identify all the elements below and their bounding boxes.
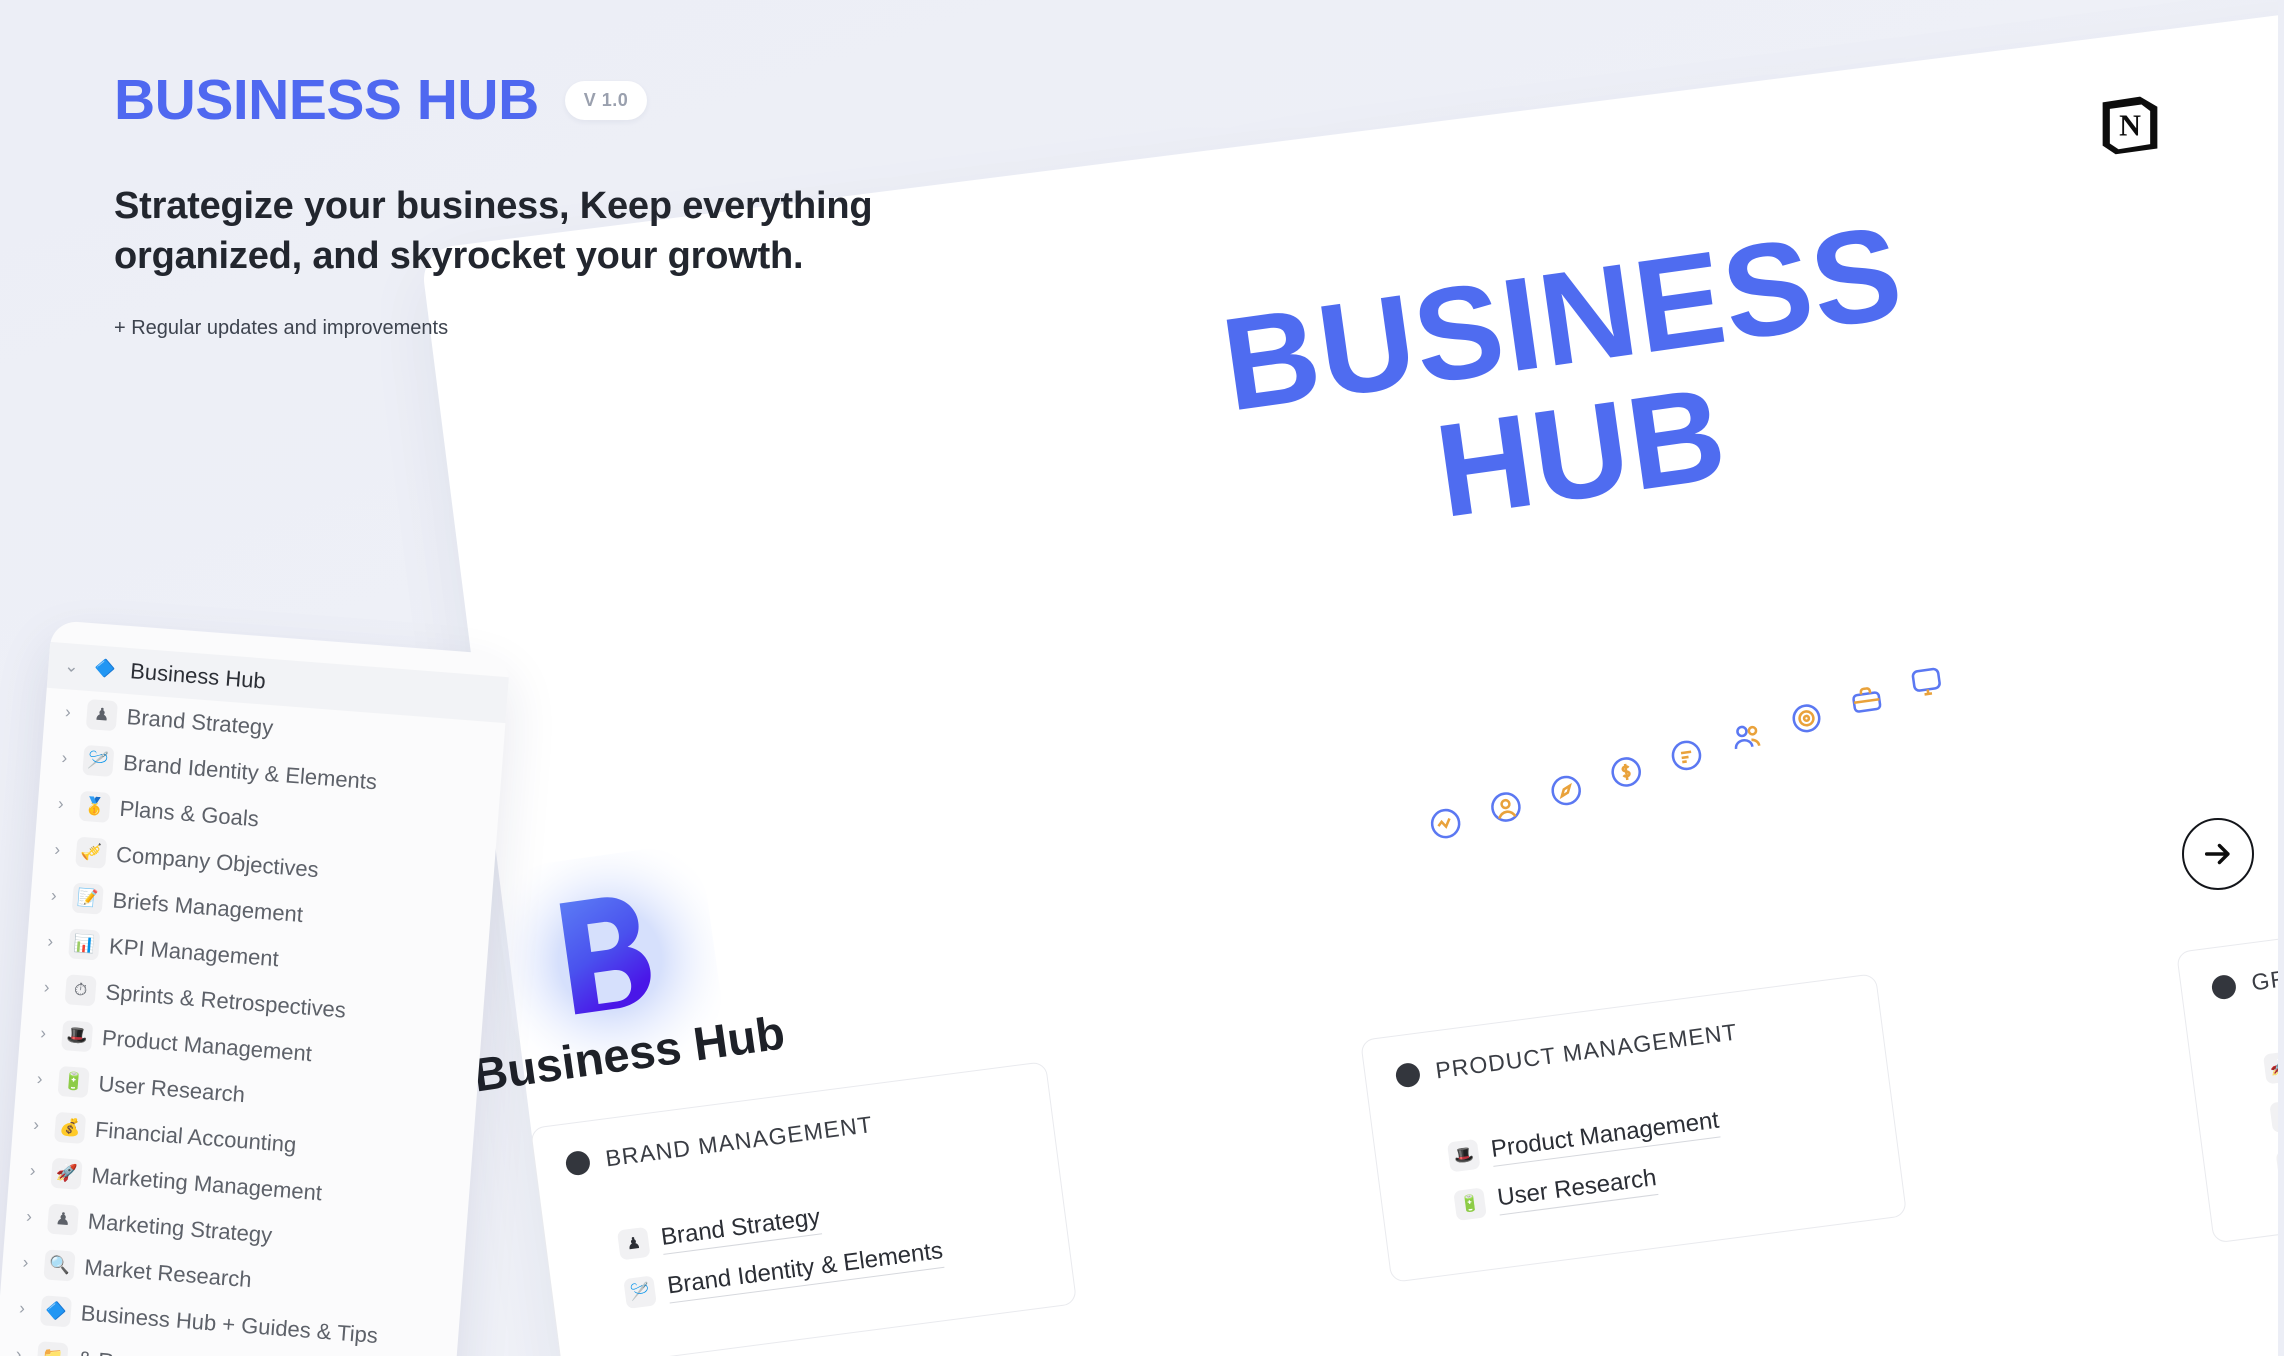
sidebar-item-emoji-icon: 🔋 xyxy=(57,1065,90,1099)
sidebar-item-emoji-icon: ⏱ xyxy=(64,974,97,1007)
magic-wand-icon: 🪡 xyxy=(623,1274,657,1309)
sidebar-item-label: Briefs Management xyxy=(111,887,304,928)
chevron-right-icon[interactable]: › xyxy=(48,839,67,860)
sidebar-item-emoji-icon: 📁 xyxy=(36,1341,69,1356)
header-block: BUSINESS HUB V 1.0 Strategize your busin… xyxy=(114,72,1094,340)
sidebar-panel[interactable]: ⌄ 🔷 Business Hub › ♟ Brand Strategy › 🪡 Brand… xyxy=(0,620,511,1356)
sidebar-item-emoji-icon: 🎩 xyxy=(61,1020,94,1053)
user-profile-icon xyxy=(1491,792,1521,822)
sidebar-item-label: Sprints & Retrospectives xyxy=(104,979,347,1023)
sidebar-item-emoji-icon: 🔍 xyxy=(43,1249,76,1282)
sidebar-item-emoji-icon: 🪡 xyxy=(82,744,115,778)
card-link-label: Brand Strategy xyxy=(659,1203,823,1255)
sidebar-item-emoji-icon: 📝 xyxy=(71,882,104,915)
sidebar-item-label: Market Research xyxy=(83,1254,253,1293)
card-link-label: User Research xyxy=(1495,1164,1659,1216)
right-edge-strip xyxy=(2278,0,2284,1356)
sidebar-item-label: Marketing Management xyxy=(90,1162,323,1206)
activity-pulse-icon xyxy=(1430,808,1461,839)
sidebar-item-label: User Research xyxy=(97,1070,246,1108)
card-link-label: Product Management xyxy=(1489,1106,1722,1167)
section-dot-icon xyxy=(564,1149,592,1177)
sidebar-item-list: › ♟ Brand Strategy › 🪡 Brand Identity & Eleme… xyxy=(0,688,505,1356)
chevron-right-icon[interactable]: › xyxy=(51,794,70,815)
chevron-right-icon[interactable]: › xyxy=(44,885,63,906)
page-title: BUSINESS HUB xyxy=(114,68,539,132)
chevron-down-icon[interactable]: ⌄ xyxy=(62,656,81,677)
chevron-right-icon[interactable]: › xyxy=(16,1252,35,1273)
sidebar-item-label: Plans & Goals xyxy=(118,795,260,832)
sidebar-item-label: Product Management xyxy=(101,1025,313,1067)
sidebar-item-emoji-icon: 💰 xyxy=(53,1111,87,1144)
chevron-right-icon[interactable]: › xyxy=(41,931,60,952)
next-button[interactable] xyxy=(2182,818,2254,890)
sidebar-item-label: Brand Strategy xyxy=(125,704,275,741)
svg-text:N: N xyxy=(2119,109,2141,143)
chat-bubble-icon xyxy=(1911,667,1941,696)
top-hat-icon: 🎩 xyxy=(1446,1138,1481,1172)
sidebar-item-emoji-icon: 🎺 xyxy=(75,836,108,869)
blue-diamond-icon: 🔷 xyxy=(94,658,117,681)
users-group-icon xyxy=(1734,725,1761,750)
sidebar-item-label: KPI Management xyxy=(108,933,280,972)
compass-icon xyxy=(1551,775,1581,806)
chevron-right-icon[interactable]: › xyxy=(23,1160,42,1181)
arrow-right-icon xyxy=(2204,843,2230,865)
version-badge: V 1.0 xyxy=(564,81,648,120)
section-dot-icon xyxy=(2210,973,2238,1001)
card-title: PRODUCT MANAGEMENT xyxy=(1433,1018,1740,1084)
target-icon xyxy=(1792,704,1821,733)
section-dot-icon xyxy=(1394,1061,1422,1089)
chevron-right-icon[interactable]: › xyxy=(55,748,74,769)
battery-icon: 🔋 xyxy=(1453,1186,1487,1221)
sidebar-item-emoji-icon: 📊 xyxy=(68,928,101,961)
list-checklist-icon xyxy=(1671,740,1702,771)
chevron-right-icon[interactable]: › xyxy=(12,1298,31,1319)
notion-logo-icon: N xyxy=(2102,96,2158,155)
briefcase-icon xyxy=(1852,687,1882,713)
chevron-right-icon[interactable]: › xyxy=(37,977,56,998)
sidebar-item-label: Marketing Strategy xyxy=(87,1208,274,1248)
chevron-right-icon[interactable]: › xyxy=(58,702,77,723)
sidebar-item-label: Company Objectives xyxy=(115,841,320,883)
sidebar-item-emoji-icon: ♟ xyxy=(46,1203,80,1236)
page-root: BUSINESS HUB Business Hub BRAND MANAGEME… xyxy=(0,0,2284,1356)
title-row: BUSINESS HUB V 1.0 xyxy=(114,72,1094,129)
sidebar-item-emoji-icon: 🚀 xyxy=(50,1157,83,1190)
chevron-right-icon[interactable]: › xyxy=(19,1206,38,1227)
sidebar-item-emoji-icon: 🔷 xyxy=(39,1295,73,1328)
subnote: + Regular updates and improvements xyxy=(114,317,449,340)
sidebar-item-label: Financial Accounting xyxy=(94,1116,298,1158)
chevron-right-icon[interactable]: › xyxy=(26,1115,45,1136)
chevron-right-icon[interactable]: › xyxy=(30,1069,49,1090)
tagline: Strategize your business, Keep everythin… xyxy=(114,185,873,278)
sidebar-item-emoji-icon: 🥇 xyxy=(78,790,111,823)
card-title: BRAND MANAGEMENT xyxy=(603,1110,875,1172)
sidebar-item-emoji-icon: ♟ xyxy=(85,698,118,732)
chevron-right-icon[interactable]: › xyxy=(34,1023,53,1044)
sidebar-item-label: & Resources xyxy=(76,1346,203,1356)
chevron-right-icon[interactable]: › xyxy=(9,1344,28,1356)
sidebar-item-label: Business Hub xyxy=(129,658,267,694)
dollar-circle-icon xyxy=(1611,757,1641,787)
chess-pawn-icon: ♟ xyxy=(616,1226,651,1260)
